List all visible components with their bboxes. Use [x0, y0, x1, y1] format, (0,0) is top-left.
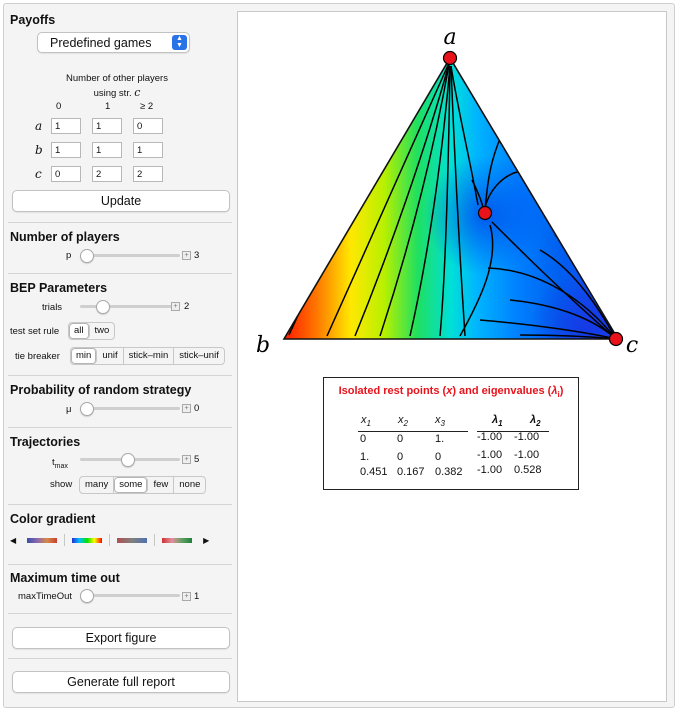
players-slider-knob[interactable] [80, 249, 94, 263]
table-rule [358, 431, 468, 432]
rest-point-c [608, 331, 624, 347]
table-cell: 0.382 [435, 466, 463, 478]
table-cell: 0.167 [397, 466, 425, 478]
table-cell: 1. [435, 433, 445, 445]
table-cell: -1.00 [514, 449, 540, 461]
table-cell: -1.00 [514, 431, 540, 443]
table-cell: 0 [397, 451, 404, 463]
table-cell: 0 [360, 433, 367, 445]
table-cell: 1. [360, 451, 370, 463]
rest-point-a [442, 50, 458, 66]
vertex-label-a: a [443, 25, 456, 50]
vertex-label-b: b [256, 333, 270, 358]
table-cell: -1.00 [477, 431, 503, 443]
table-cell: -1.00 [477, 464, 503, 476]
table-cell: -1.00 [477, 449, 503, 461]
rest-points-title: Isolated rest points (x) and eigenvalues… [338, 385, 564, 400]
timeout-slider-knob[interactable] [80, 589, 94, 603]
rest-points-panel: Isolated rest points (x) and eigenvalues… [323, 377, 579, 490]
simplex-plot: a b c [256, 25, 638, 358]
table-cell: 0.528 [514, 464, 542, 476]
trials-slider-knob[interactable] [95, 300, 110, 314]
col-header-l2: λ2 [530, 414, 541, 429]
table-cell: 0 [435, 451, 442, 463]
col-header-x1: x1 [361, 414, 371, 429]
col-header-l1: λ1 [492, 414, 503, 429]
random-slider-knob[interactable] [80, 402, 94, 416]
vertex-label-c: c [626, 333, 638, 358]
col-header-x2: x2 [398, 414, 408, 429]
col-header-x3: x3 [435, 414, 445, 429]
rest-point-interior [477, 205, 493, 221]
table-cell: 0 [397, 433, 404, 445]
table-cell: 0.451 [360, 466, 388, 478]
